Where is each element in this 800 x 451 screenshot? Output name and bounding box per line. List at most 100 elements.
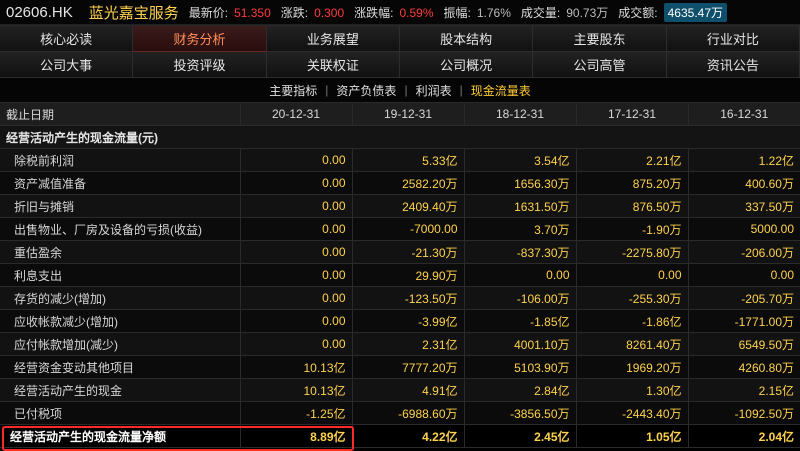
- quote-label: 振幅:: [443, 5, 471, 20]
- column-header-year: 18-12-31: [463, 103, 576, 126]
- row-value: 0.00: [687, 263, 800, 287]
- row-label: 经营资金变动其他项目: [0, 355, 240, 379]
- table-row: 除税前利润 0.00 5.33亿 3.54亿 2.21亿 1.22亿: [0, 148, 800, 172]
- tab-company-events[interactable]: 公司大事: [0, 52, 134, 78]
- row-value: 1656.30万: [463, 171, 576, 195]
- row-value: 1969.20万: [575, 355, 688, 379]
- row-value: 2.15亿: [687, 378, 800, 402]
- section-title: 经营活动产生的现金流量(元): [0, 125, 800, 149]
- row-value: 10.13亿: [239, 378, 352, 402]
- row-value: 0.00: [239, 309, 352, 333]
- row-value: -255.30万: [575, 286, 688, 310]
- quote-label: 成交额:: [618, 5, 658, 20]
- column-header-year: 20-12-31: [239, 103, 352, 126]
- row-value: 876.50万: [575, 194, 688, 218]
- subtab-balance-sheet[interactable]: 资产负债表: [336, 82, 396, 99]
- row-value: 5000.00: [687, 217, 800, 241]
- row-value: -2443.40万: [575, 401, 688, 425]
- table-row: 已付税项 -1.25亿 -6988.60万 -3856.50万 -2443.40…: [0, 401, 800, 425]
- row-value: 0.00: [239, 171, 352, 195]
- subtab-income-statement[interactable]: 利润表: [416, 82, 452, 99]
- row-value: 337.50万: [687, 194, 800, 218]
- tab-industry-comparison[interactable]: 行业对比: [666, 26, 800, 52]
- subtab-cash-flow[interactable]: 现金流量表: [471, 82, 531, 99]
- tabs-row-2: 公司大事 投资评级 关联权证 公司概况 公司高管 资讯公告: [0, 52, 800, 78]
- row-value: 2.84亿: [463, 378, 576, 402]
- row-label: 存货的减少(增加): [0, 286, 240, 310]
- row-value: 0.00: [239, 332, 352, 356]
- row-value: -2275.80万: [575, 240, 688, 264]
- table-row: 折旧与摊销 0.00 2409.40万 1631.50万 876.50万 337…: [0, 194, 800, 218]
- table-body: 经营活动产生的现金流量(元) 除税前利润 0.00 5.33亿 3.54亿 2.…: [0, 125, 800, 448]
- row-value: 3.70万: [463, 217, 576, 241]
- tab-business-outlook[interactable]: 业务展望: [266, 26, 400, 52]
- quote-value: 0.59%: [399, 5, 434, 20]
- row-value: -1.85亿: [463, 309, 576, 333]
- tab-share-structure[interactable]: 股本结构: [399, 26, 534, 52]
- row-value: 2.31亿: [351, 332, 464, 356]
- row-value: -3856.50万: [463, 401, 576, 425]
- column-header-year: 17-12-31: [575, 103, 688, 126]
- row-value: -1.90万: [575, 217, 688, 241]
- row-value: 5103.90万: [463, 355, 576, 379]
- row-value: -7000.00: [351, 217, 464, 241]
- row-label: 应收帐款减少(增加): [0, 309, 240, 333]
- stock-name: 蓝光嘉宝服务: [88, 4, 179, 22]
- row-value: -106.00万: [463, 286, 576, 310]
- row-value: 875.20万: [575, 171, 688, 195]
- column-header-year: 16-12-31: [687, 103, 800, 126]
- quote-volume: 成交量: 90.73万: [521, 4, 608, 21]
- row-value: 0.00: [575, 263, 688, 287]
- row-value: 3.54亿: [463, 148, 576, 172]
- tab-company-profile[interactable]: 公司概况: [399, 52, 534, 78]
- row-value: 0.00: [239, 240, 352, 264]
- quote-change-percent: 涨跌幅: 0.59%: [354, 4, 433, 21]
- tabs-row-1: 核心必读 财务分析 业务展望 股本结构 主要股东 行业对比: [0, 26, 800, 52]
- quote-turnover: 成交额: 4635.47万: [618, 2, 728, 22]
- subtab-separator: |: [325, 83, 329, 97]
- quote-value: 90.73万: [566, 5, 609, 20]
- quote-last-price: 最新价: 51.350: [189, 4, 271, 21]
- row-value: -6988.60万: [351, 401, 464, 425]
- cash-flow-table: 截止日期 20-12-31 19-12-31 18-12-31 17-12-31…: [0, 103, 800, 448]
- tab-core[interactable]: 核心必读: [0, 26, 134, 52]
- main-tabs: 核心必读 财务分析 业务展望 股本结构 主要股东 行业对比 公司大事 投资评级 …: [0, 25, 800, 78]
- row-label: 折旧与摊销: [0, 194, 240, 218]
- column-header-date: 截止日期: [0, 103, 240, 126]
- table-row: 应收帐款减少(增加) 0.00 -3.99亿 -1.85亿 -1.86亿 -17…: [0, 309, 800, 333]
- tab-executives[interactable]: 公司高管: [533, 52, 667, 78]
- subtab-key-indicators[interactable]: 主要指标: [269, 82, 317, 99]
- table-row: 出售物业、厂房及设备的亏损(收益) 0.00 -7000.00 3.70万 -1…: [0, 217, 800, 241]
- tab-financial-analysis[interactable]: 财务分析: [133, 26, 267, 52]
- tab-news-announcements[interactable]: 资讯公告: [666, 52, 800, 78]
- tab-investment-rating[interactable]: 投资评级: [133, 52, 267, 78]
- quote-value: 4635.47万: [663, 2, 728, 22]
- table-row: 资产减值准备 0.00 2582.20万 1656.30万 875.20万 40…: [0, 171, 800, 195]
- quote-value: 51.350: [234, 5, 271, 20]
- row-value: -21.30万: [351, 240, 464, 264]
- row-value: 1.30亿: [575, 378, 688, 402]
- row-value: 1631.50万: [463, 194, 576, 218]
- quote-header: 02606.HK 蓝光嘉宝服务 最新价: 51.350 涨跌: 0.300 涨跌…: [0, 0, 800, 25]
- row-value: 4260.80万: [687, 355, 800, 379]
- row-label: 应付帐款增加(减少): [0, 332, 240, 356]
- row-label: 经营活动产生的现金: [0, 378, 240, 402]
- row-label: 利息支出: [0, 263, 240, 287]
- tab-major-shareholders[interactable]: 主要股东: [533, 26, 667, 52]
- row-value: -1.25亿: [239, 401, 352, 425]
- row-value: 5.33亿: [351, 148, 464, 172]
- row-value: 29.90万: [351, 263, 464, 287]
- row-value: 400.60万: [687, 171, 800, 195]
- table-row: 应付帐款增加(减少) 0.00 2.31亿 4001.10万 8261.40万 …: [0, 332, 800, 356]
- row-value: 1.22亿: [687, 148, 800, 172]
- table-row: 经营活动产生的现金 10.13亿 4.91亿 2.84亿 1.30亿 2.15亿: [0, 378, 800, 402]
- row-value: 0.00: [463, 263, 576, 287]
- section-row: 经营活动产生的现金流量(元): [0, 125, 800, 149]
- tab-related-warrants[interactable]: 关联权证: [266, 52, 400, 78]
- table-row: 存货的减少(增加) 0.00 -123.50万 -106.00万 -255.30…: [0, 286, 800, 310]
- row-label: 已付税项: [0, 401, 240, 425]
- quote-label: 成交量:: [520, 5, 561, 20]
- quote-label: 涨跌幅:: [354, 5, 394, 20]
- quote-value: 0.300: [314, 5, 345, 20]
- row-value: -205.70万: [687, 286, 800, 310]
